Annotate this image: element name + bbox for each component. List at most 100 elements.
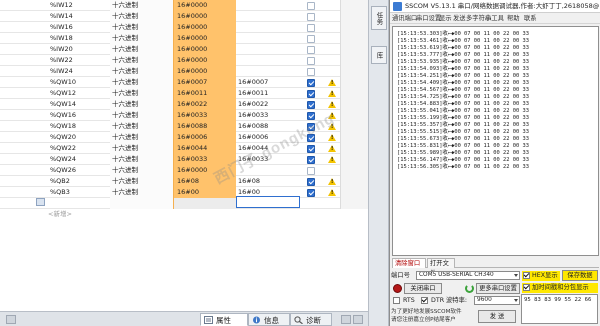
comment-cell[interactable] (340, 77, 368, 88)
display-format-cell[interactable]: 十六进制 (110, 44, 173, 55)
comment-cell[interactable] (340, 176, 368, 187)
modify-value-cell[interactable] (236, 44, 300, 55)
table-row[interactable]: %QB3 十六进制 16#00 16#00 (0, 187, 368, 198)
timestamp-option[interactable]: 加时间戳和分包显示 (522, 283, 598, 293)
minimize-button[interactable] (341, 315, 351, 324)
comment-cell[interactable] (340, 33, 368, 44)
menu-item[interactable]: 小工具 (485, 13, 504, 24)
empty-cell[interactable] (110, 198, 173, 209)
table-row-empty[interactable] (0, 198, 368, 209)
comment-cell[interactable] (340, 110, 368, 121)
modify-checkbox[interactable] (307, 79, 315, 87)
modify-checkbox[interactable] (307, 189, 315, 197)
address-cell[interactable]: %QW18 (47, 121, 110, 132)
modify-checkbox[interactable] (307, 57, 315, 65)
modify-value-cell[interactable]: 16#0022 (236, 99, 300, 110)
menu-item[interactable]: 发送 (453, 13, 466, 24)
address-cell[interactable]: %IW12 (47, 0, 110, 11)
menu-item[interactable]: 帮助 (507, 13, 520, 24)
modify-checkbox[interactable] (307, 156, 315, 164)
table-row[interactable]: %IW24 十六进制 16#0000 (0, 66, 368, 77)
display-format-cell[interactable]: 十六进制 (110, 33, 173, 44)
address-cell[interactable]: %IW22 (47, 55, 110, 66)
modify-checkbox[interactable] (307, 68, 315, 76)
display-format-cell[interactable]: 十六进制 (110, 77, 173, 88)
modify-value-cell[interactable] (236, 55, 300, 66)
comment-cell[interactable] (340, 66, 368, 77)
comment-cell[interactable] (340, 11, 368, 22)
comment-cell[interactable] (340, 99, 368, 110)
side-tab-tasks[interactable]: 任务 (371, 6, 387, 30)
rts-checkbox[interactable] (393, 297, 400, 304)
tab-diagnostics[interactable]: 诊断 (290, 313, 332, 326)
address-cell[interactable]: %QW16 (47, 110, 110, 121)
modify-checkbox[interactable] (307, 90, 315, 98)
modify-value-cell[interactable] (236, 22, 300, 33)
comment-cell[interactable] (340, 88, 368, 99)
table-row[interactable]: %IW22 十六进制 16#0000 (0, 55, 368, 66)
add-new-row[interactable]: <新增> (48, 209, 368, 220)
modify-checkbox[interactable] (307, 13, 315, 21)
address-cell[interactable]: %QW20 (47, 132, 110, 143)
comment-cell[interactable] (340, 44, 368, 55)
address-cell[interactable]: %QB2 (47, 176, 110, 187)
display-format-cell[interactable]: 十六进制 (110, 165, 173, 176)
table-row[interactable]: %QW24 十六进制 16#0033 16#0033 (0, 154, 368, 165)
hex-display-checkbox[interactable] (523, 272, 530, 279)
modify-checkbox[interactable] (307, 178, 315, 186)
address-cell[interactable]: %QW10 (47, 77, 110, 88)
tab-info[interactable]: 信息 (248, 313, 290, 326)
close-port-button[interactable]: 关闭串口 (404, 283, 442, 294)
display-format-cell[interactable]: 十六进制 (110, 110, 173, 121)
address-cell[interactable]: %QW14 (47, 99, 110, 110)
modify-checkbox[interactable] (307, 24, 315, 32)
display-format-cell[interactable]: 十六进制 (110, 11, 173, 22)
display-format-cell[interactable]: 十六进制 (110, 0, 173, 11)
comment-cell[interactable] (340, 22, 368, 33)
timestamp-checkbox[interactable] (523, 284, 530, 291)
comment-cell[interactable] (340, 143, 368, 154)
send-button[interactable]: 发 送 (478, 310, 516, 323)
save-data-button[interactable]: 保存数据 (562, 270, 598, 281)
empty-cell[interactable] (340, 198, 368, 209)
clear-window-button[interactable]: 清除窗口 (392, 258, 426, 268)
send-input[interactable]: 95 83 83 99 55 22 66 (521, 294, 598, 324)
address-cell[interactable]: %QW26 (47, 165, 110, 176)
baud-select[interactable]: 9600 (474, 296, 520, 305)
receive-area[interactable]: [15:13:53.303]收←◆00 07 00 11 00 22 00 33… (392, 26, 599, 256)
modify-value-cell[interactable] (236, 66, 300, 77)
collapse-button[interactable] (6, 315, 16, 324)
modify-checkbox[interactable] (307, 2, 315, 10)
address-cell[interactable]: %IW16 (47, 22, 110, 33)
address-cell[interactable]: %QW22 (47, 143, 110, 154)
display-format-cell[interactable]: 十六进制 (110, 99, 173, 110)
open-file-button[interactable]: 打开文件 (427, 258, 455, 277)
menu-item[interactable]: 联系 (524, 13, 537, 24)
table-row[interactable]: %QW22 十六进制 16#0044 16#0044 (0, 143, 368, 154)
dtr-checkbox[interactable] (421, 297, 428, 304)
address-cell[interactable]: %IW18 (47, 33, 110, 44)
tab-properties[interactable]: 属性 (200, 313, 248, 326)
address-cell[interactable]: %QW12 (47, 88, 110, 99)
modify-checkbox[interactable] (307, 167, 315, 175)
display-format-cell[interactable]: 十六进制 (110, 22, 173, 33)
menu-item[interactable]: 显示 (439, 13, 452, 24)
table-row[interactable]: %QW14 十六进制 16#0022 16#0022 (0, 99, 368, 110)
side-tab-library[interactable]: 库 (371, 46, 387, 64)
comment-cell[interactable] (340, 187, 368, 198)
refresh-icon[interactable] (465, 284, 474, 293)
display-format-cell[interactable]: 十六进制 (110, 154, 173, 165)
table-row[interactable]: %IW12 十六进制 16#0000 (0, 0, 368, 11)
empty-cell[interactable] (173, 198, 236, 209)
address-cell[interactable]: %IW20 (47, 44, 110, 55)
comment-cell[interactable] (340, 165, 368, 176)
display-format-cell[interactable]: 十六进制 (110, 121, 173, 132)
table-row[interactable]: %IW16 十六进制 16#0000 (0, 22, 368, 33)
table-row[interactable]: %QB2 十六进制 16#08 16#08 (0, 176, 368, 187)
address-cell[interactable]: %QB3 (47, 187, 110, 198)
display-format-cell[interactable]: 十六进制 (110, 66, 173, 77)
modify-value-cell[interactable]: 16#0011 (236, 88, 300, 99)
row-selector-icon[interactable] (36, 198, 45, 206)
display-format-cell[interactable]: 十六进制 (110, 187, 173, 198)
address-cell[interactable]: %IW24 (47, 66, 110, 77)
